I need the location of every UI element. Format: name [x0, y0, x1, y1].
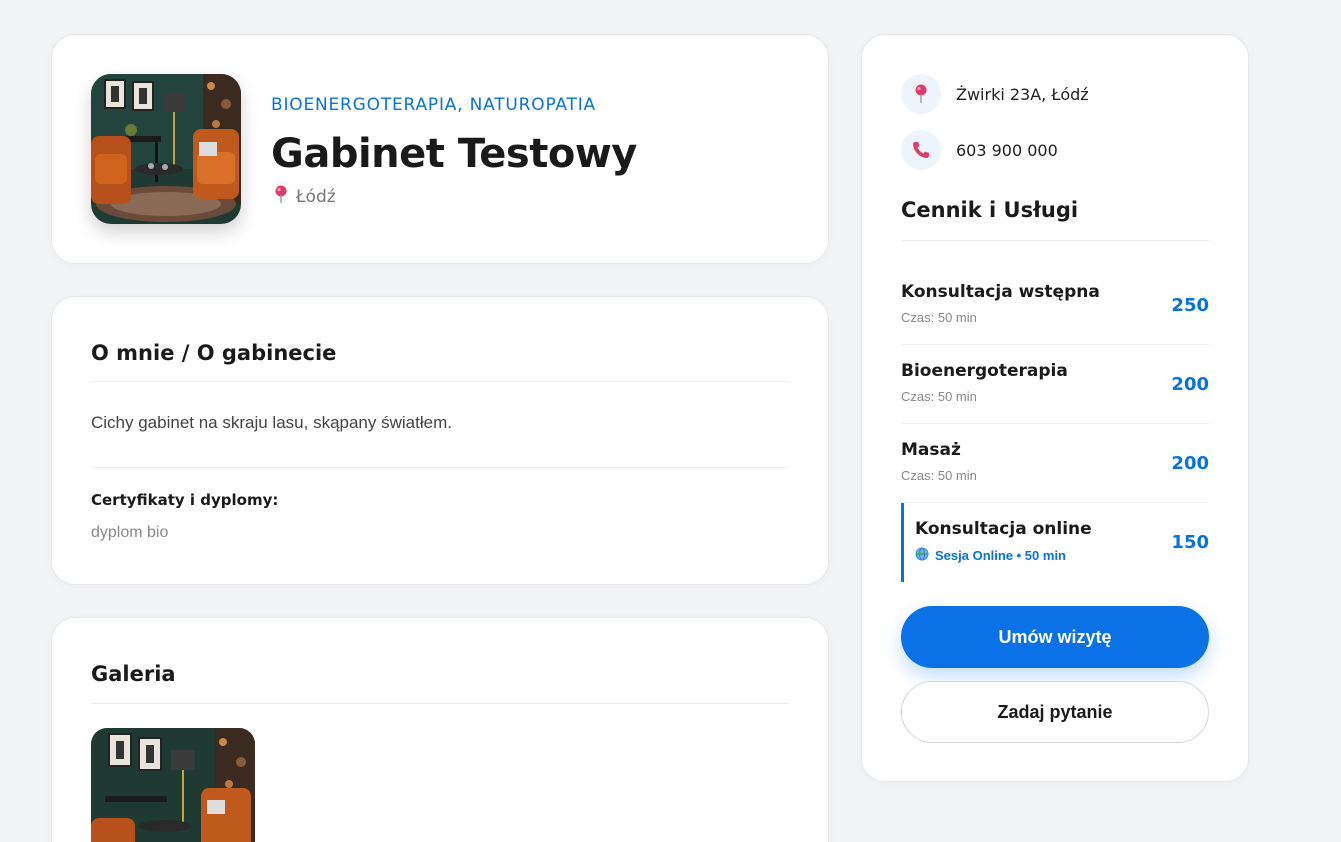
- interior-photo-image: [91, 728, 255, 842]
- contact-sidebar: Żwirki 23A, Łódź 603 900 000 Cennik i Us…: [861, 34, 1249, 782]
- gallery-title: Galeria: [91, 662, 176, 686]
- ask-question-button[interactable]: Zadaj pytanie: [901, 681, 1209, 743]
- about-card: O mnie / O gabinecie Cichy gabinet na sk…: [51, 296, 829, 585]
- address-row[interactable]: Żwirki 23A, Łódź: [901, 74, 1089, 114]
- interior-photo-image: [91, 74, 241, 224]
- about-text: Cichy gabinet na skraju lasu, skąpany św…: [91, 413, 452, 432]
- divider: [91, 703, 789, 704]
- online-session-meta: Sesja Online • 50 min: [915, 547, 1066, 564]
- globe-icon: [915, 547, 929, 564]
- certificates-label: Certyfikaty i dyplomy:: [91, 491, 279, 509]
- address-text: Żwirki 23A, Łódź: [956, 84, 1089, 104]
- service-name: Konsultacja wstępna: [901, 282, 1100, 302]
- gallery-thumbnail[interactable]: [91, 728, 255, 842]
- gallery-card: Galeria: [51, 617, 829, 842]
- certificates-value: dyplom bio: [91, 524, 169, 541]
- service-price: 150: [1171, 532, 1209, 553]
- category-label: BIOENERGOTERAPIA, NATUROPATIA: [271, 95, 596, 115]
- service-name: Konsultacja online: [915, 519, 1092, 539]
- service-item[interactable]: Bioenergoterapia Czas: 50 min 200: [901, 345, 1209, 424]
- phone-row[interactable]: 603 900 000: [901, 130, 1058, 170]
- service-duration: Czas: 50 min: [901, 389, 977, 404]
- phone-text: 603 900 000: [956, 140, 1058, 160]
- pin-icon: [901, 74, 941, 114]
- about-title: O mnie / O gabinecie: [91, 341, 337, 365]
- pin-icon: [274, 185, 288, 208]
- divider: [91, 467, 789, 468]
- divider: [901, 240, 1209, 241]
- service-price: 200: [1171, 374, 1209, 395]
- profile-photo[interactable]: [91, 74, 241, 224]
- service-name: Bioenergoterapia: [901, 361, 1068, 381]
- service-item[interactable]: Masaż Czas: 50 min 200: [901, 424, 1209, 503]
- book-appointment-button[interactable]: Umów wizytę: [901, 606, 1209, 668]
- price-list-title: Cennik i Usługi: [901, 198, 1079, 222]
- profile-header-card: BIOENERGOTERAPIA, NATUROPATIA Gabinet Te…: [51, 34, 829, 264]
- page-title: Gabinet Testowy: [271, 131, 637, 177]
- service-duration: Czas: 50 min: [901, 310, 977, 325]
- online-session-text: Sesja Online • 50 min: [935, 548, 1066, 563]
- service-item[interactable]: Konsultacja wstępna Czas: 50 min 250: [901, 266, 1209, 345]
- service-duration: Czas: 50 min: [901, 468, 977, 483]
- service-price: 250: [1171, 295, 1209, 316]
- phone-icon: [901, 130, 941, 170]
- divider: [91, 381, 789, 382]
- service-item-online[interactable]: Konsultacja online Sesja Online • 50 min…: [901, 503, 1209, 582]
- city-label: Łódź: [296, 186, 336, 207]
- location-row: Łódź: [274, 185, 336, 208]
- service-price: 200: [1171, 453, 1209, 474]
- service-name: Masaż: [901, 440, 961, 460]
